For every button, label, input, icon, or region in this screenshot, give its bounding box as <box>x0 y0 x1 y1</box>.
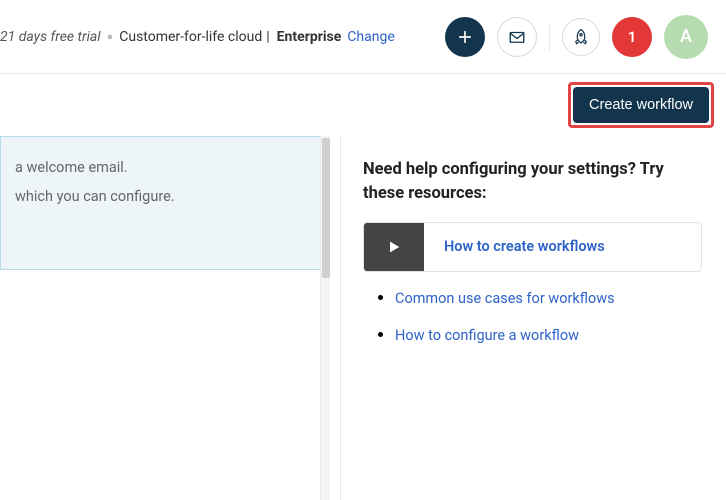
video-resource-card[interactable]: How to create workflows <box>363 222 702 272</box>
create-workflow-button[interactable]: Create workflow <box>573 87 709 123</box>
info-panel: a welcome email. which you can configure… <box>0 136 330 270</box>
plus-icon <box>456 28 474 46</box>
pipe-separator: | <box>266 29 269 45</box>
play-icon <box>386 239 402 255</box>
user-avatar[interactable]: A <box>664 15 708 59</box>
launch-button[interactable] <box>562 18 600 56</box>
change-plan-link[interactable]: Change <box>347 29 394 45</box>
cloud-name: Customer-for-life cloud <box>119 29 262 45</box>
info-line1: a welcome email. <box>15 159 128 176</box>
inbox-button[interactable] <box>497 17 537 57</box>
vertical-separator <box>549 23 550 51</box>
help-heading: Need help configuring your settings? Try… <box>363 158 702 206</box>
list-item: Common use cases for workflows <box>395 288 702 307</box>
help-link-configure[interactable]: How to configure a workflow <box>395 327 579 344</box>
help-link-use-cases[interactable]: Common use cases for workflows <box>395 290 615 307</box>
plan-name: Enterprise <box>277 29 342 45</box>
list-item: How to configure a workflow <box>395 325 702 344</box>
add-button[interactable] <box>445 17 485 57</box>
video-thumbnail <box>364 222 424 272</box>
envelope-icon <box>508 28 526 46</box>
info-line2: which you can configure. <box>15 188 175 205</box>
video-title: How to create workflows <box>444 238 605 255</box>
highlighted-area: Create workflow <box>568 82 714 128</box>
scrollbar-track[interactable] <box>320 136 330 500</box>
notification-badge[interactable]: 1 <box>612 17 652 57</box>
help-links-list: Common use cases for workflows How to co… <box>363 288 702 344</box>
rocket-icon <box>572 28 590 46</box>
trial-status: 21 days free trial <box>0 29 101 45</box>
separator-dot: ● <box>107 30 114 43</box>
scrollbar-thumb[interactable] <box>322 138 330 278</box>
